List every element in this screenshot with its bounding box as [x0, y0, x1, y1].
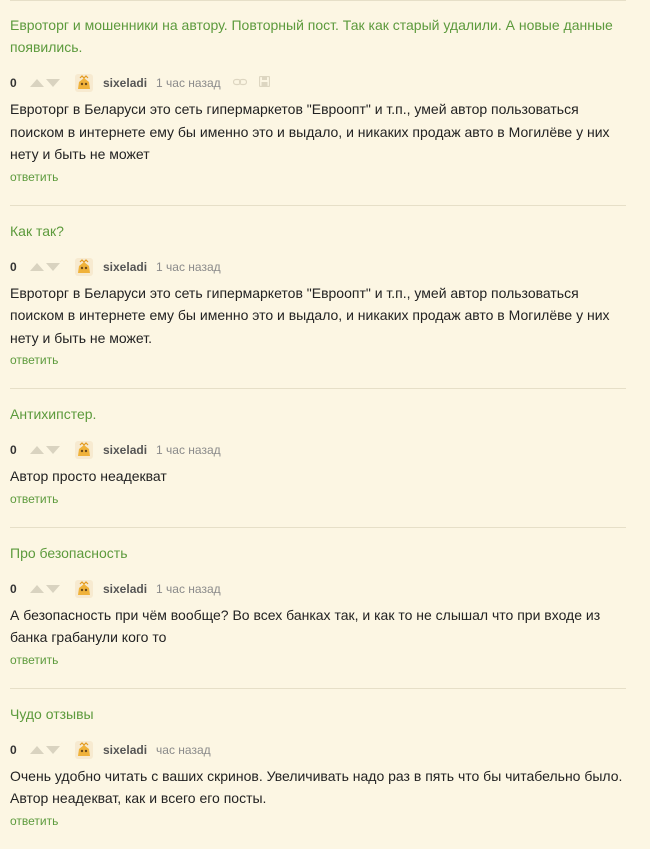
- comment-item: Евроторг и мошенники на автору. Повторны…: [10, 0, 626, 206]
- comment-rating: 0: [10, 259, 17, 274]
- upvote-arrow-icon[interactable]: [30, 446, 44, 454]
- comment-author[interactable]: sixeladi: [103, 76, 147, 90]
- avatar[interactable]: [74, 73, 94, 93]
- reply-link[interactable]: ответить: [10, 652, 58, 668]
- comment-meta: 0 sixeladi час назад: [10, 739, 626, 761]
- reply-link[interactable]: ответить: [10, 352, 58, 368]
- comment-time: 1 час назад: [156, 581, 221, 596]
- reply-link[interactable]: ответить: [10, 169, 58, 185]
- upvote-arrow-icon[interactable]: [30, 745, 44, 754]
- comment-item: Антихипстер. 0 sixeladi 1 час назад Авто…: [10, 389, 626, 528]
- comment-text: Евроторг в Беларуси это сеть гипермаркет…: [10, 284, 610, 346]
- avatar[interactable]: [74, 579, 94, 599]
- downvote-arrow-icon[interactable]: [46, 446, 60, 454]
- avatar[interactable]: [74, 257, 94, 277]
- comment-item: Про безопасность 0 sixeladi 1 час назад …: [10, 528, 626, 689]
- avatar[interactable]: [74, 440, 94, 460]
- comment-author[interactable]: sixeladi: [103, 582, 147, 596]
- comment-meta: 0 sixeladi 1 час назад: [10, 256, 626, 278]
- comment-text: Очень удобно читать с ваших скринов. Уве…: [10, 767, 623, 807]
- save-icon[interactable]: [258, 75, 270, 90]
- comment-time: 1 час назад: [156, 76, 221, 90]
- downvote-arrow-icon[interactable]: [46, 79, 60, 87]
- avatar[interactable]: [74, 740, 94, 760]
- comment-meta: 0 sixeladi 1 час назад: [10, 578, 626, 600]
- comment-meta: 0 sixeladi 1 час назад: [10, 439, 626, 461]
- comment-item: Как так? 0 sixeladi 1 час назад Евроторг…: [10, 206, 626, 389]
- downvote-arrow-icon[interactable]: [46, 584, 60, 593]
- comment-text: Автор просто неадекват: [10, 468, 167, 484]
- comment-meta: 0 sixeladi 1 час назад: [10, 72, 626, 94]
- comment-text: А безопасность при чём вообще? Во всех б…: [10, 606, 601, 646]
- upvote-arrow-icon[interactable]: [30, 262, 44, 271]
- upvote-arrow-icon[interactable]: [30, 584, 44, 593]
- comment-post-title-link[interactable]: Как так?: [10, 206, 626, 242]
- downvote-arrow-icon[interactable]: [46, 262, 60, 271]
- upvote-arrow-icon[interactable]: [30, 79, 44, 87]
- comment-post-title-link[interactable]: Евроторг и мошенники на автору. Повторны…: [10, 0, 626, 58]
- comment-post-title-link[interactable]: Антихипстер.: [10, 389, 626, 425]
- comment-rating: 0: [10, 443, 17, 457]
- comment-time: 1 час назад: [156, 443, 221, 457]
- comment-author[interactable]: sixeladi: [103, 443, 147, 457]
- link-icon[interactable]: [232, 76, 247, 90]
- comment-rating: 0: [10, 76, 17, 90]
- comment-rating: 0: [10, 742, 17, 757]
- comment-post-title-link[interactable]: Чудо отзывы: [10, 689, 626, 725]
- reply-link[interactable]: ответить: [10, 813, 58, 829]
- reply-link[interactable]: ответить: [10, 491, 58, 507]
- comment-post-title-link[interactable]: Про безопасность: [10, 528, 626, 564]
- comment-author[interactable]: sixeladi: [103, 260, 147, 274]
- comment-time: час назад: [156, 742, 211, 757]
- comment-rating: 0: [10, 581, 17, 596]
- comment-time: 1 час назад: [156, 259, 221, 274]
- comment-list: Евроторг и мошенники на автору. Повторны…: [10, 0, 626, 849]
- comment-item: Чудо отзывы 0 sixeladi час назад Очень у…: [10, 689, 626, 849]
- comment-author[interactable]: sixeladi: [103, 743, 147, 757]
- comment-text: Евроторг в Беларуси это сеть гипермаркет…: [10, 101, 610, 162]
- downvote-arrow-icon[interactable]: [46, 745, 60, 754]
